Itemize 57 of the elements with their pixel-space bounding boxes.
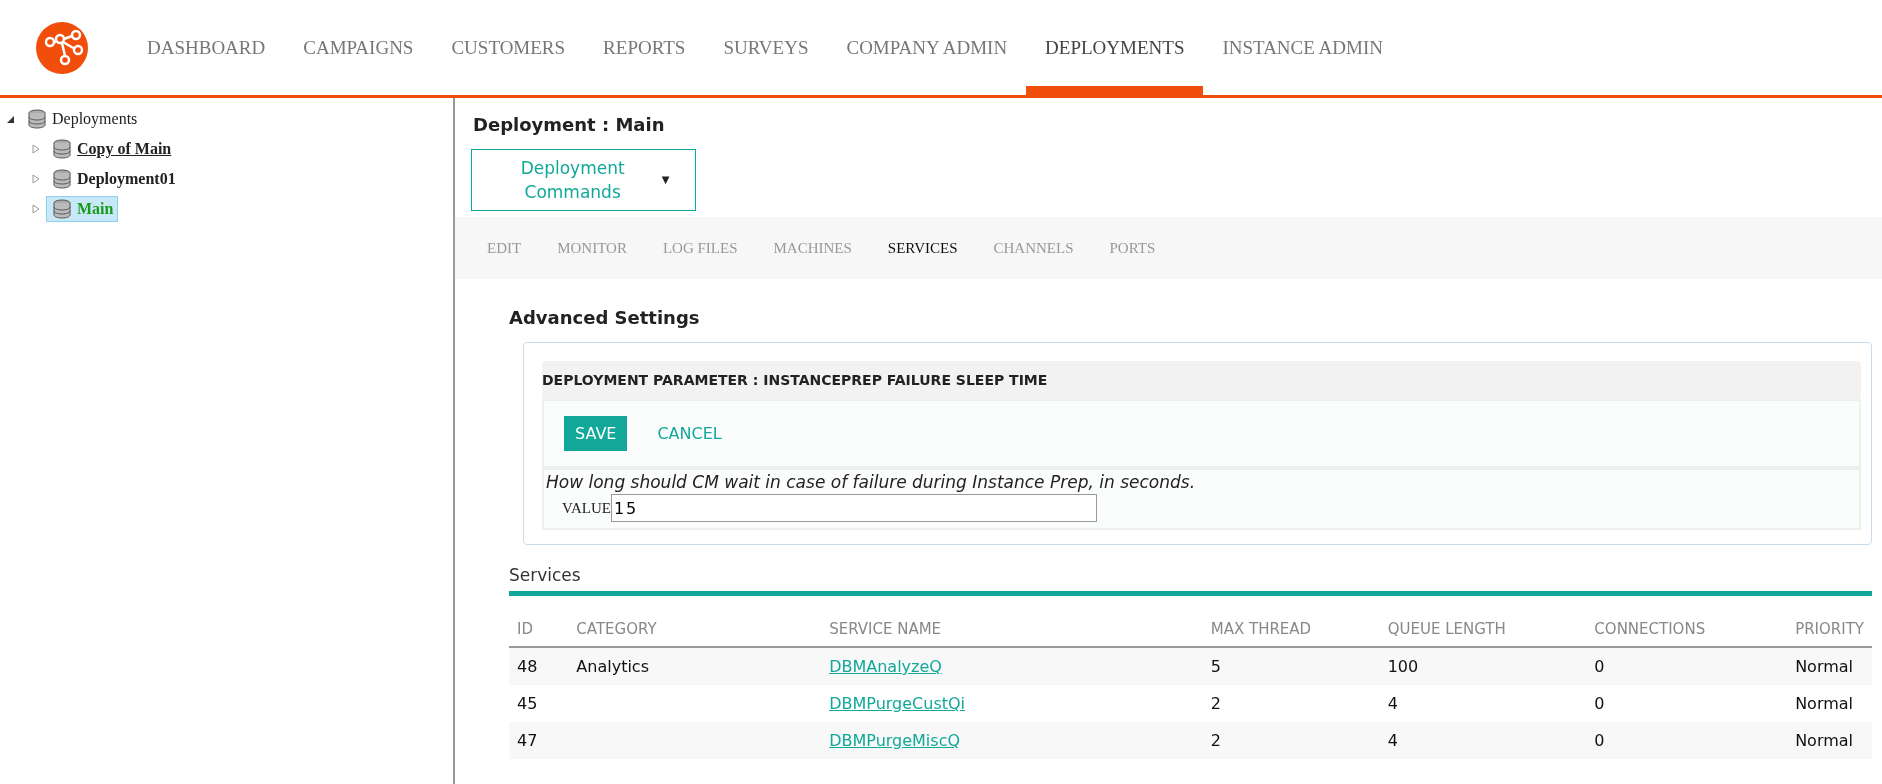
nav-tab[interactable]: COMPANY ADMIN xyxy=(827,0,1027,95)
table-cell: 0 xyxy=(1586,685,1788,722)
table-cell: 4 xyxy=(1379,685,1587,722)
table-cell: Normal xyxy=(1787,685,1872,722)
value-label: VALUE xyxy=(562,499,611,517)
expand-triangle-icon[interactable] xyxy=(32,174,40,184)
table-cell: 2 xyxy=(1202,722,1380,759)
table-cell: 2 xyxy=(1202,685,1380,722)
services-heading: Services xyxy=(509,565,1872,596)
table-cell: 0 xyxy=(1586,722,1788,759)
collapse-triangle-icon[interactable] xyxy=(6,114,15,124)
table-cell: Normal xyxy=(1787,647,1872,685)
table-cell: 5 xyxy=(1202,647,1380,685)
tree-item[interactable]: Main xyxy=(46,196,119,222)
parameter-title: DEPLOYMENT PARAMETER : INSTANCEPREP FAILURE SLEEP TIME xyxy=(542,361,1861,399)
table-cell: Analytics xyxy=(568,647,822,685)
service-link[interactable]: DBMPurgeMiscQ xyxy=(829,731,961,750)
nav-tab[interactable]: DASHBOARD xyxy=(128,0,285,95)
tree-item[interactable]: Deployments xyxy=(21,106,143,132)
tree-item[interactable]: Deployment01 xyxy=(46,166,181,192)
table-cell: 0 xyxy=(1586,647,1788,685)
section-heading: Advanced Settings xyxy=(509,307,701,328)
database-icon xyxy=(28,109,46,129)
service-link[interactable]: DBMPurgeCustQi xyxy=(829,694,966,713)
table-cell: 48 xyxy=(509,647,569,685)
sub-tab[interactable]: PORTS xyxy=(1091,239,1174,257)
sub-tab[interactable]: MONITOR xyxy=(539,239,645,257)
tree-item[interactable]: Copy of Main xyxy=(46,136,177,162)
sub-tab[interactable]: EDIT xyxy=(469,239,540,257)
table-cell: 100 xyxy=(1379,647,1587,685)
table-cell: 45 xyxy=(509,685,569,722)
parameter-description: How long should CM wait in case of failure during Instance Prep, in seconds. xyxy=(545,471,1197,494)
database-icon xyxy=(53,139,71,159)
sub-tab[interactable]: LOG FILES xyxy=(644,239,756,257)
nav-tab[interactable]: SURVEYS xyxy=(704,0,828,95)
nav-tab[interactable]: DEPLOYMENTS xyxy=(1026,0,1204,95)
page-title: Deployment : Main xyxy=(472,113,666,135)
expand-triangle-icon[interactable] xyxy=(32,144,40,154)
save-button[interactable]: SAVE xyxy=(564,416,628,451)
deployment-commands-dropdown[interactable]: Deployment Commands ▼ xyxy=(471,149,696,211)
nav-tab[interactable]: REPORTS xyxy=(584,0,705,95)
table-cell: Normal xyxy=(1787,722,1872,759)
database-icon xyxy=(53,199,71,219)
logo-icon[interactable] xyxy=(36,21,88,74)
table-cell: 47 xyxy=(509,722,569,759)
nav-tab[interactable]: CAMPAIGNS xyxy=(284,0,433,95)
database-icon xyxy=(53,169,71,189)
expand-triangle-icon[interactable] xyxy=(32,204,40,214)
nav-tab[interactable]: CUSTOMERS xyxy=(432,0,585,95)
cancel-link[interactable]: CANCEL xyxy=(657,424,722,443)
service-link[interactable]: DBMAnalyzeQ xyxy=(829,657,942,676)
sub-tab[interactable]: MACHINES xyxy=(755,239,870,257)
sub-tab[interactable]: SERVICES xyxy=(869,239,976,257)
nav-tab[interactable]: INSTANCE ADMIN xyxy=(1203,0,1402,95)
value-field[interactable]: 15 xyxy=(610,494,1097,522)
sub-tab[interactable]: CHANNELS xyxy=(975,239,1092,257)
table-cell: 4 xyxy=(1379,722,1587,759)
